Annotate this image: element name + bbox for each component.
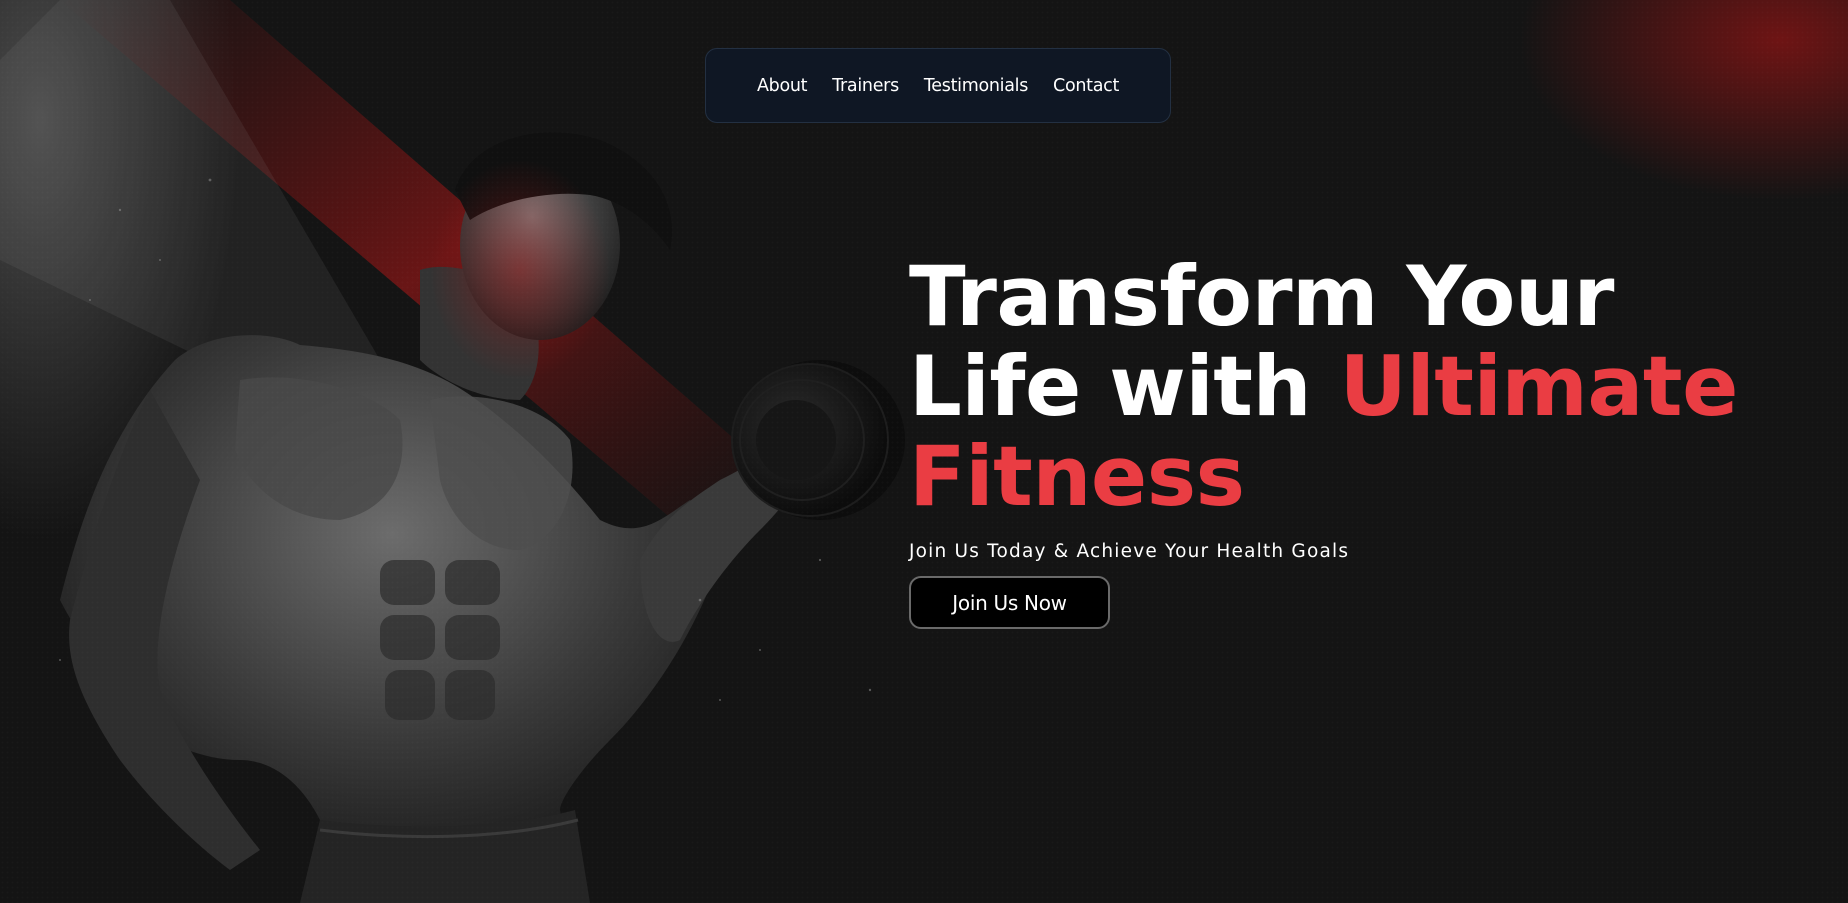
hero-subtitle: Join Us Today & Achieve Your Health Goal… bbox=[909, 541, 1350, 562]
hero-section: About Trainers Testimonials Contact Tran… bbox=[0, 0, 1848, 903]
join-us-button[interactable]: Join Us Now bbox=[909, 576, 1110, 629]
main-nav: About Trainers Testimonials Contact bbox=[705, 48, 1171, 123]
headline-line-1: Transform Your bbox=[909, 248, 1614, 345]
hero-content: Transform Your Life with Ultimate Fitnes… bbox=[909, 252, 1809, 629]
hero-headline: Transform Your Life with Ultimate Fitnes… bbox=[909, 252, 1809, 522]
headline-line-2-prefix: Life with bbox=[909, 338, 1340, 435]
headline-accent-ultimate: Ultimate bbox=[1339, 338, 1738, 435]
hero-photo-athlete bbox=[0, 0, 905, 903]
nav-link-trainers[interactable]: Trainers bbox=[832, 76, 899, 96]
nav-link-testimonials[interactable]: Testimonials bbox=[924, 76, 1028, 96]
nav-link-about[interactable]: About bbox=[757, 76, 808, 96]
nav-link-contact[interactable]: Contact bbox=[1053, 76, 1119, 96]
headline-accent-fitness: Fitness bbox=[909, 428, 1245, 525]
